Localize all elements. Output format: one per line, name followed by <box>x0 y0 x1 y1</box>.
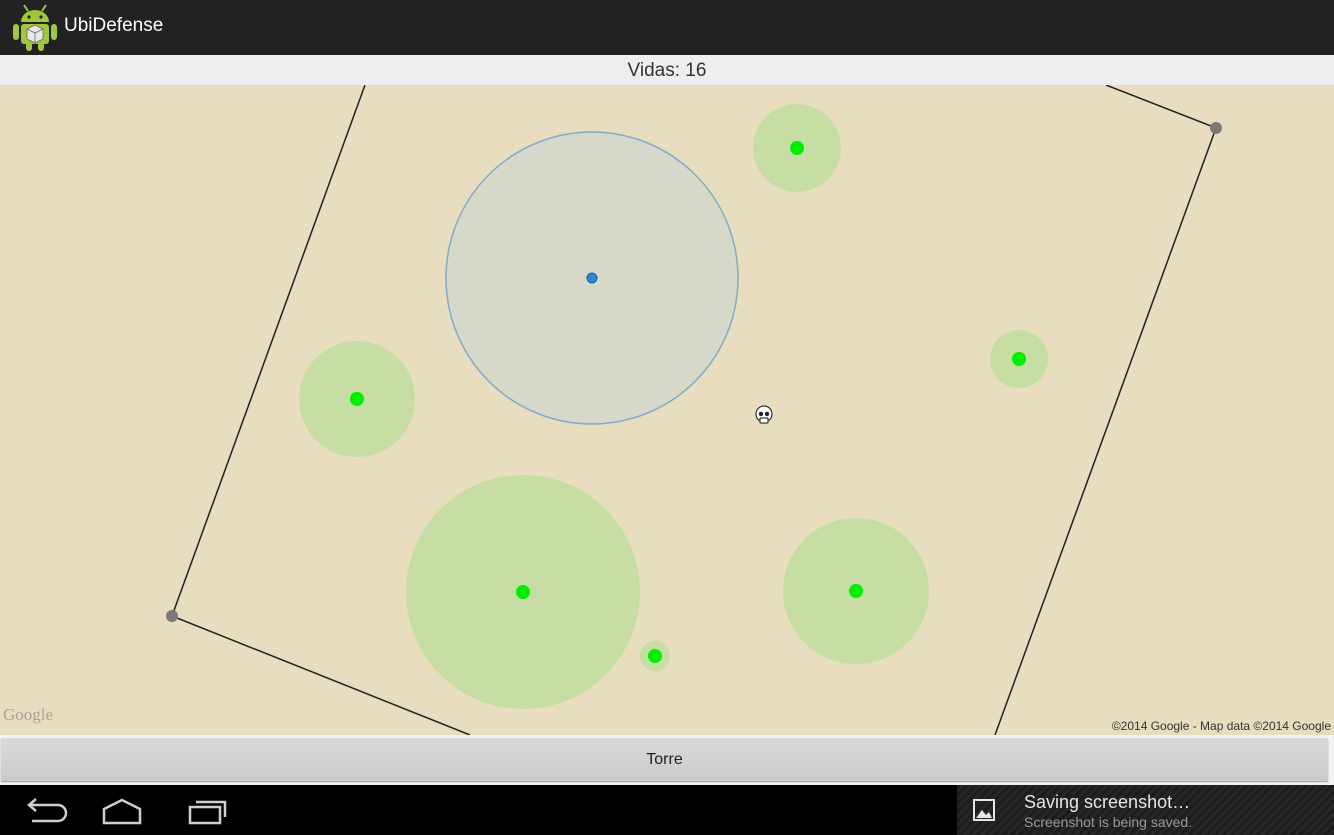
image-icon <box>973 799 995 821</box>
tower-green-dot[interactable] <box>849 584 863 598</box>
path-corner-marker <box>166 610 178 622</box>
tower-button[interactable]: Torre <box>1 738 1328 781</box>
recents-icon[interactable] <box>176 793 236 829</box>
tower-green-dot[interactable] <box>648 649 662 663</box>
screenshot-notification[interactable]: Saving screenshot… Screenshot is being s… <box>957 785 1334 835</box>
app-title: UbiDefense <box>64 15 164 36</box>
notification-subtitle: Screenshot is being saved. <box>1024 814 1193 830</box>
system-navigation-bar: Saving screenshot… Screenshot is being s… <box>0 785 1334 835</box>
lives-counter: Vidas: 16 <box>0 55 1334 85</box>
google-logo: Google <box>3 705 54 724</box>
home-icon[interactable] <box>92 793 152 829</box>
action-bar: UbiDefense <box>0 0 1334 55</box>
map-view[interactable]: Google ©2014 Google - Map data ©2014 Goo… <box>0 85 1334 735</box>
tower-green-dot[interactable] <box>790 141 804 155</box>
notification-title: Saving screenshot… <box>1024 792 1191 812</box>
android-app-icon[interactable] <box>12 2 58 52</box>
path-corner-marker <box>1210 122 1222 134</box>
map-canvas[interactable] <box>0 85 1334 735</box>
tower-green-dot[interactable] <box>1012 352 1026 366</box>
controls-bar: Torre <box>0 735 1334 785</box>
blue-location-dot <box>586 272 598 284</box>
tower-green-dot[interactable] <box>350 392 364 406</box>
tower-green-dot[interactable] <box>516 585 530 599</box>
back-icon[interactable] <box>10 793 70 829</box>
map-attribution[interactable]: ©2014 Google - Map data ©2014 Google <box>1112 719 1331 733</box>
skull-icon[interactable] <box>755 405 773 424</box>
